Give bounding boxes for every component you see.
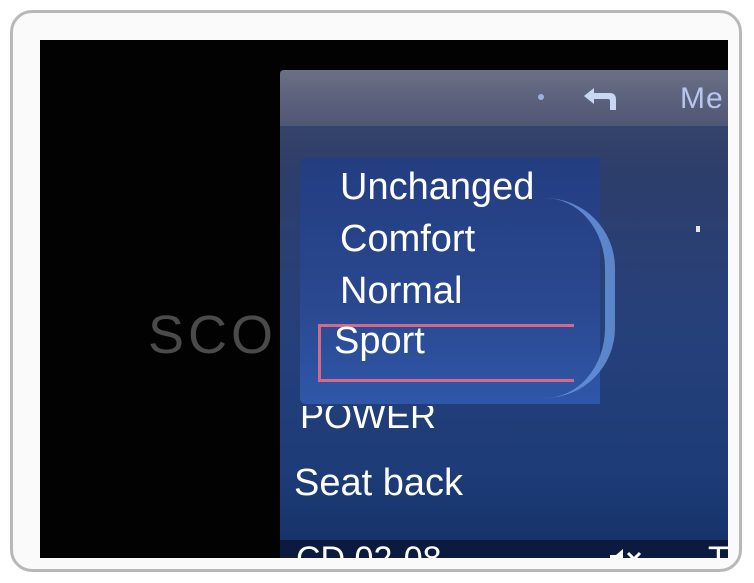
menu-title: Me [680,82,724,115]
option-normal[interactable]: Normal [340,270,462,313]
top-status-bar: Me [280,70,728,126]
audio-source-label: CD 02-08 [296,540,442,558]
display-panel: Me Unchanged Comfort Normal Sport POWER … [280,70,728,558]
idrive-screen: SCO Me Unchanged Comfort Normal Sport PO… [40,40,728,558]
menu-item-power[interactable]: POWER [300,406,436,432]
back-arrow-icon[interactable] [580,84,620,116]
menu-item-seat-back[interactable]: Seat back [294,462,463,505]
option-unchanged[interactable]: Unchanged [340,166,534,209]
option-comfort[interactable]: Comfort [340,218,475,261]
speaker-muted-icon [610,549,642,558]
bottom-right-label: T [708,540,728,558]
status-dot-icon [538,94,544,100]
watermark-text: SCO [148,305,278,365]
bottom-status-bar: CD 02-08 T [280,540,728,558]
dynamic-driving-control-popup: Unchanged Comfort Normal Sport [300,158,615,404]
frame-edge-mark [696,226,700,232]
option-sport[interactable]: Sport [334,320,425,363]
